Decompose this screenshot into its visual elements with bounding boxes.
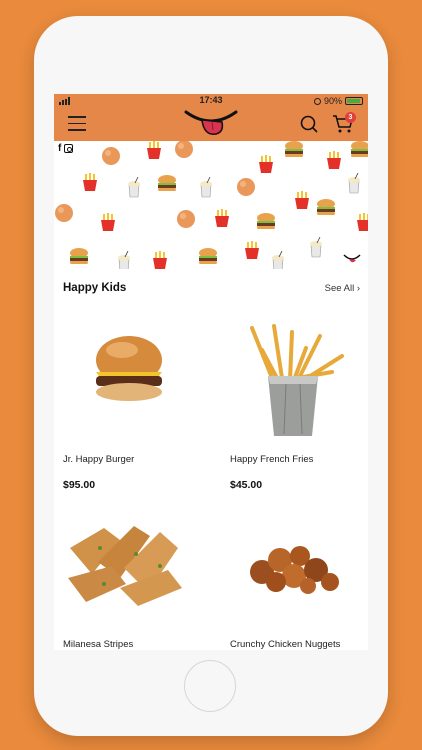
hero-banner: f <box>54 140 368 272</box>
product-name: Jr. Happy Burger <box>63 454 135 465</box>
top-nav: 3 <box>54 108 368 141</box>
fries-image[interactable] <box>246 322 350 440</box>
see-all-link[interactable]: See All › <box>325 283 360 294</box>
product-price: $45.00 <box>230 479 263 491</box>
app-screen: 17:43 90% 3 f Happy Kids See All › Jr. H… <box>54 94 368 650</box>
chevron-right-icon: › <box>356 283 360 294</box>
status-bar: 17:43 90% <box>54 94 368 108</box>
battery-percent: 90% <box>323 96 342 106</box>
product-name: Milanesa Stripes <box>63 639 134 650</box>
home-button[interactable] <box>184 660 236 712</box>
product-card[interactable]: Milanesa Stripes <box>63 639 203 650</box>
facebook-icon[interactable]: f <box>58 143 61 154</box>
section-title: Happy Kids <box>63 282 127 294</box>
food-pattern-illustration <box>55 140 368 272</box>
see-all-label: See All <box>324 283 355 294</box>
product-card[interactable]: Happy French Fries $45.00 <box>230 454 368 491</box>
product-price: $95.00 <box>63 479 96 491</box>
nuggets-image[interactable] <box>244 538 340 594</box>
product-card[interactable]: Crunchy Chicken Nuggets <box>230 639 368 650</box>
product-name: Crunchy Chicken Nuggets <box>230 639 341 650</box>
cart-count-badge: 3 <box>345 112 356 123</box>
battery-icon <box>345 97 363 105</box>
instagram-icon[interactable] <box>64 144 74 153</box>
burger-image[interactable] <box>84 334 174 406</box>
logo-mouth-icon[interactable] <box>182 108 240 138</box>
menu-icon[interactable] <box>68 116 86 131</box>
social-links: f <box>58 143 74 154</box>
orientation-lock-icon <box>313 97 321 105</box>
product-name: Happy French Fries <box>230 454 314 465</box>
battery-group: 90% <box>313 96 363 106</box>
search-icon[interactable] <box>300 115 318 133</box>
milanesa-image[interactable] <box>64 518 190 608</box>
product-card[interactable]: Jr. Happy Burger $95.00 <box>63 454 203 491</box>
